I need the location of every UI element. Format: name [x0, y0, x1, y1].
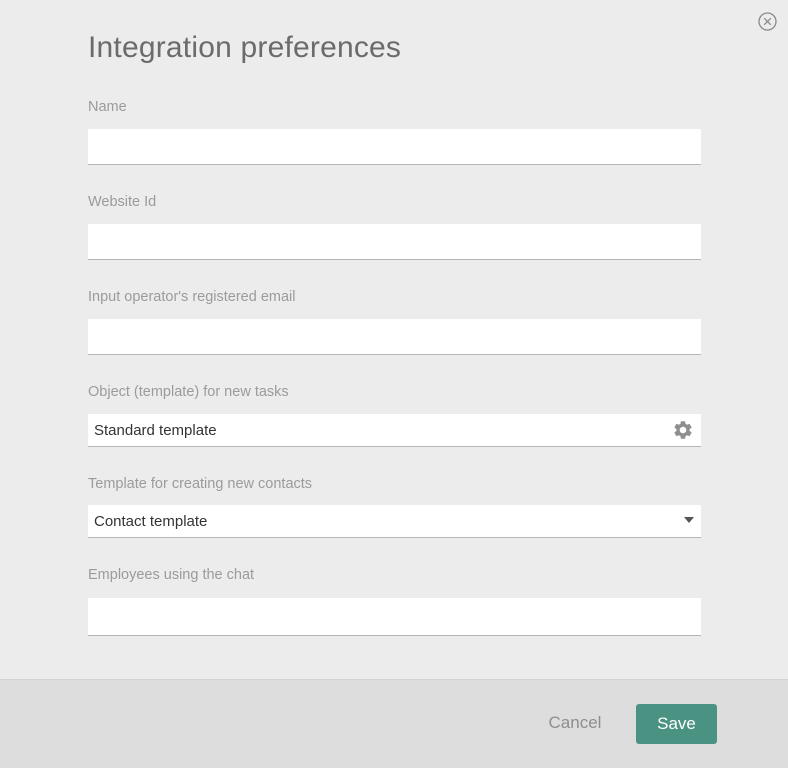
chat-employees-label: Employees using the chat	[88, 567, 255, 583]
task-template-label: Object (template) for new tasks	[88, 384, 289, 400]
operator-email-input[interactable]	[88, 319, 701, 355]
chat-employees-input[interactable]	[88, 598, 701, 636]
contact-template-value: Contact template	[94, 513, 208, 530]
close-button[interactable]	[758, 12, 777, 31]
dialog-footer: Cancel Save	[0, 679, 788, 768]
contact-template-label: Template for creating new contacts	[88, 476, 313, 492]
contact-template-select[interactable]: Contact template	[88, 505, 701, 538]
gear-icon[interactable]	[672, 419, 694, 441]
cancel-button[interactable]: Cancel	[540, 703, 610, 743]
save-button[interactable]: Save	[636, 704, 717, 744]
integration-preferences-dialog: Integration preferences Name Website Id …	[0, 0, 788, 768]
task-template-field[interactable]: Standard template	[88, 414, 701, 447]
task-template-value: Standard template	[94, 422, 217, 439]
operator-email-label: Input operator's registered email	[88, 289, 296, 305]
name-label: Name	[88, 99, 127, 115]
website-id-label: Website Id	[88, 194, 157, 210]
close-circle-icon	[758, 12, 777, 31]
website-id-input[interactable]	[88, 224, 701, 260]
dialog-title: Integration preferences	[88, 31, 402, 64]
name-input[interactable]	[88, 129, 701, 165]
chevron-down-icon[interactable]	[684, 517, 694, 523]
